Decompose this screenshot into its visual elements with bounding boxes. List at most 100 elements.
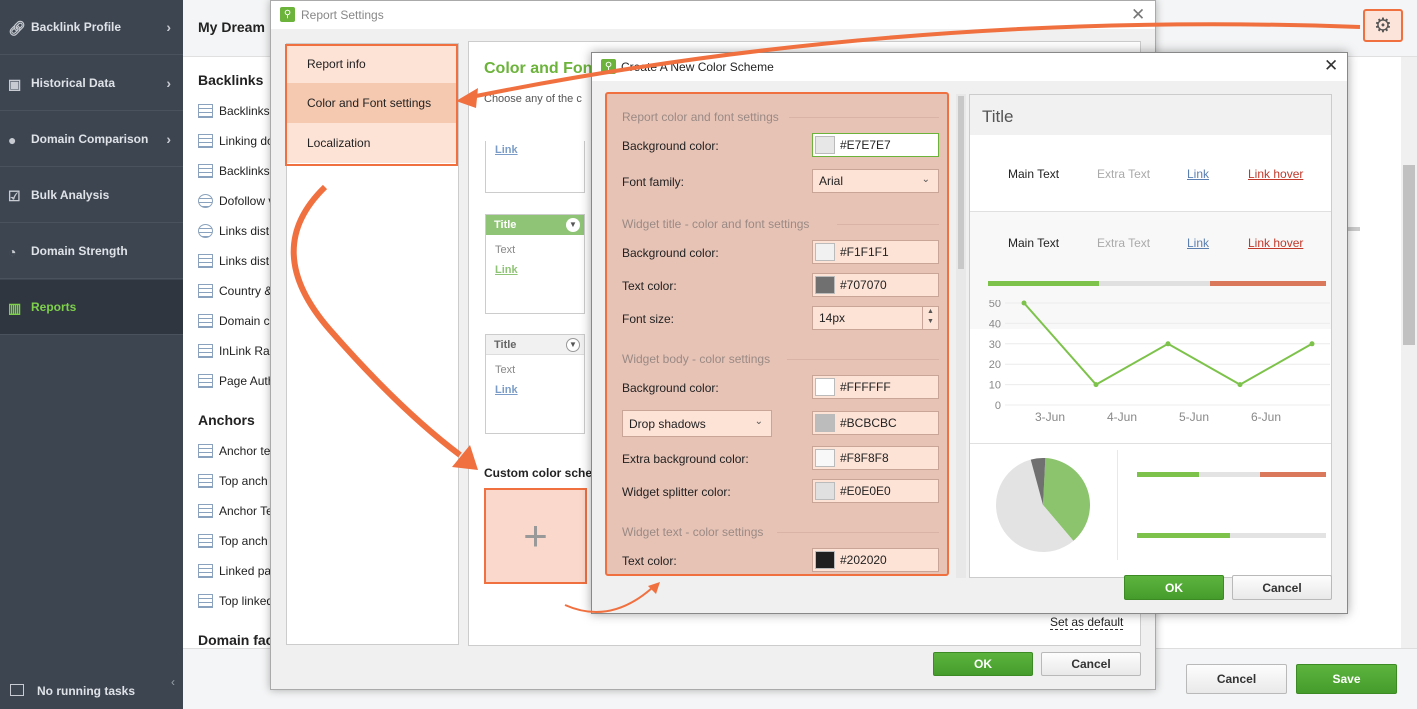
color-swatch[interactable]	[815, 276, 835, 294]
color-scheme-swatch[interactable]: Link	[485, 141, 585, 193]
main-scrollbar[interactable]	[1401, 57, 1417, 648]
shadow-type-select[interactable]: Drop shadows ⌄	[622, 410, 772, 437]
field-label: Background color:	[622, 246, 719, 260]
x-tick-label: 4-Jun	[1107, 410, 1137, 424]
report-item[interactable]: Top linked	[198, 591, 273, 611]
settings-button[interactable]: ⚙	[1363, 9, 1403, 42]
color-swatch[interactable]	[815, 449, 835, 467]
save-button[interactable]: Save	[1296, 664, 1397, 694]
title-text-color-input[interactable]: #707070	[812, 273, 939, 297]
color-swatch[interactable]	[815, 243, 835, 261]
nav-label: Bulk Analysis	[31, 188, 110, 202]
dialog-titlebar: ⚲ Report Settings ✕	[271, 1, 1155, 29]
report-item[interactable]: Links dist	[198, 221, 269, 241]
report-item[interactable]: Linking do	[198, 131, 274, 151]
set-as-default-link[interactable]: Set as default	[1050, 615, 1124, 630]
y-tick-label: 50	[989, 300, 1001, 310]
data-point	[1309, 341, 1315, 347]
list-icon	[198, 374, 213, 388]
report-item[interactable]: Top anch	[198, 471, 268, 491]
chevron-down-icon: ▼	[566, 338, 580, 352]
data-point	[1021, 300, 1027, 306]
dialog-title: Create A New Color Scheme	[621, 60, 774, 74]
report-item[interactable]: Links dist	[198, 251, 269, 271]
color-swatch[interactable]	[815, 136, 835, 154]
color-swatch[interactable]	[815, 551, 835, 569]
color-swatch[interactable]	[815, 378, 835, 396]
preview-link-hover: Link hover	[1248, 167, 1304, 181]
report-item[interactable]: Backlinks	[198, 101, 270, 121]
app-logo-icon: ⚲	[280, 7, 295, 22]
line-chart-icon	[198, 164, 213, 178]
calendar-icon: ▣	[8, 76, 22, 92]
y-tick-label: 10	[989, 380, 1001, 392]
bar-green	[1137, 472, 1199, 477]
color-settings-panel: Report color and font settings Backgroun…	[605, 92, 949, 576]
shadow-color-input[interactable]: #BCBCBC	[812, 411, 939, 435]
nav-domain-strength[interactable]: ◔ Domain Strength	[0, 224, 183, 279]
dialog-titlebar: ⚲ Create A New Color Scheme ✕	[592, 53, 1347, 81]
field-label: Font family:	[622, 175, 685, 189]
body-bg-color-input[interactable]: #FFFFFF	[812, 375, 939, 399]
color-swatch[interactable]	[815, 414, 835, 432]
color-swatch[interactable]	[815, 482, 835, 500]
add-color-scheme-button[interactable]: +	[484, 488, 587, 584]
extra-bg-color-input[interactable]: #F8F8F8	[812, 446, 939, 470]
report-item[interactable]: Top anch	[198, 531, 268, 551]
nav-historical-data[interactable]: ▣ Historical Data ›	[0, 56, 183, 111]
nav-label: Domain Strength	[31, 244, 128, 258]
font-family-select[interactable]: Arial ⌄	[812, 169, 939, 193]
splitter-color-input[interactable]: #E0E0E0	[812, 479, 939, 503]
color-scheme-swatch[interactable]: Title ▼ Text Link	[485, 214, 585, 314]
report-item[interactable]: Country &	[198, 281, 272, 301]
close-icon[interactable]: ✕	[1131, 5, 1145, 25]
ok-button[interactable]: OK	[933, 652, 1033, 676]
nav-domain-comparison[interactable]: ● Domain Comparison ›	[0, 112, 183, 167]
nav-bulk-analysis[interactable]: ☑ Bulk Analysis	[0, 168, 183, 223]
report-item[interactable]: Dofollow v	[198, 191, 274, 211]
gear-icon: ⚙	[1374, 15, 1392, 37]
cancel-button[interactable]: Cancel	[1186, 664, 1287, 694]
report-item[interactable]: Domain c	[198, 311, 270, 331]
report-item[interactable]: InLink Ra	[198, 341, 270, 361]
data-point	[1165, 341, 1171, 347]
cancel-button[interactable]: Cancel	[1041, 652, 1141, 676]
widget-icon	[198, 564, 213, 578]
report-item[interactable]: Anchor Te	[198, 501, 273, 521]
ok-button[interactable]: OK	[1124, 575, 1224, 600]
x-tick-label: 3-Jun	[1035, 410, 1065, 424]
chevron-down-icon: ⌄	[921, 174, 930, 185]
section-widget-body: Widget body - color settings	[622, 352, 771, 366]
pie-chart	[996, 458, 1090, 552]
report-item[interactable]: Linked pa	[198, 561, 271, 581]
create-color-scheme-dialog: ⚲ Create A New Color Scheme ✕ Report col…	[591, 52, 1348, 614]
report-item[interactable]: Backlinks	[198, 161, 270, 181]
plus-icon: +	[523, 512, 548, 559]
bar-gray	[1230, 533, 1326, 538]
preview-title: Title	[970, 95, 1331, 135]
section-widget-title: Widget title - color and font settings	[622, 217, 810, 231]
title-bg-color-input[interactable]: #F1F1F1	[812, 240, 939, 264]
report-bg-color-input[interactable]: #E7E7E7	[812, 133, 939, 157]
swatch-link: Link	[495, 144, 518, 156]
nav-backlink-profile[interactable]: 🔗︎ Backlink Profile ›	[0, 0, 183, 55]
nav-reports[interactable]: ▥ Reports	[0, 280, 183, 335]
cancel-button[interactable]: Cancel	[1232, 575, 1332, 600]
main-scroll-thumb[interactable]	[1403, 165, 1415, 345]
collapse-sidebar-button[interactable]: ‹	[171, 675, 183, 699]
stepper-arrows-icon[interactable]: ▲ ▼	[922, 307, 938, 329]
preview-link-hover: Link hover	[1248, 236, 1304, 250]
section-widget-text: Widget text - color settings	[622, 525, 764, 539]
section-title-domain-factors: Domain fac	[198, 632, 274, 648]
field-label: Background color:	[622, 139, 719, 153]
divider	[787, 359, 939, 360]
report-item[interactable]: Page Auth	[198, 371, 274, 391]
font-size-stepper[interactable]: 14px ▲ ▼	[812, 306, 939, 330]
dialog-title: Report Settings	[301, 8, 384, 22]
nav-label: Domain Comparison	[31, 132, 149, 146]
text-color-input[interactable]: #202020	[812, 548, 939, 572]
report-item[interactable]: Anchor tex	[198, 441, 276, 461]
settings-scroll-thumb[interactable]	[958, 96, 964, 269]
color-scheme-swatch[interactable]: Title ▼ Text Link	[485, 334, 585, 434]
close-icon[interactable]: ✕	[1324, 56, 1338, 76]
